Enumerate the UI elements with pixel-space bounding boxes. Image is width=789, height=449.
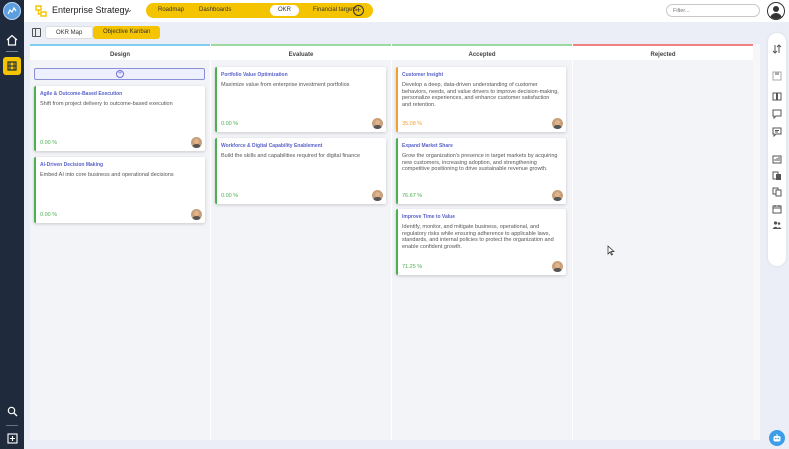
objective-card[interactable]: Workforce & Digital Capability Enablemen…: [215, 138, 386, 204]
card-progress: 71.25 %: [402, 264, 423, 270]
user-avatar-icon[interactable]: [767, 2, 785, 20]
save-icon[interactable]: [772, 71, 782, 81]
owner-avatar[interactable]: [372, 118, 383, 129]
owner-avatar[interactable]: [552, 118, 563, 129]
card-title[interactable]: AI-Driven Decision Making: [40, 162, 201, 168]
card-description: Maximize value from enterprise investmen…: [221, 82, 350, 88]
objective-card[interactable]: AI-Driven Decision Making Embed AI into …: [34, 157, 205, 223]
docs-icon[interactable]: [772, 171, 782, 181]
board-scrollbar[interactable]: [753, 44, 760, 440]
card-description: Identify, monitor, and mitigate business…: [402, 224, 554, 250]
column-header-design: Design: [30, 44, 210, 60]
report-icon[interactable]: [772, 154, 782, 164]
search-icon[interactable]: [4, 403, 20, 419]
card-title[interactable]: Improve Time to Value: [402, 214, 562, 220]
column-title: Evaluate: [288, 52, 314, 58]
owner-avatar[interactable]: [552, 261, 563, 272]
card-progress: 0.00 %: [40, 140, 58, 146]
objective-card[interactable]: Agile & Outcome-Based Execution Shift fr…: [34, 86, 205, 151]
card-progress: 0.00 %: [221, 121, 239, 127]
filter-input[interactable]: [666, 4, 760, 17]
column-header-evaluate: Evaluate: [211, 44, 391, 60]
owner-avatar[interactable]: [552, 190, 563, 201]
column-rejected: [573, 60, 753, 440]
objective-card[interactable]: Expand Market Share Grow the organizatio…: [396, 138, 566, 204]
chevron-down-icon[interactable]: ⌄: [126, 5, 133, 14]
card-title[interactable]: Agile & Outcome-Based Execution: [40, 91, 201, 97]
kanban-icon[interactable]: [3, 57, 21, 75]
tab-objective-kanban[interactable]: Objective Kanban: [93, 26, 161, 39]
comment-icon[interactable]: [772, 109, 782, 119]
main-nav: Roadmap Dashboards OKR Financial targets…: [146, 3, 373, 18]
card-progress: 76.67 %: [402, 193, 423, 199]
app-logo-icon[interactable]: [3, 2, 21, 20]
objective-card[interactable]: Improve Time to Value Identify, monitor,…: [396, 209, 566, 275]
tab-okr-map[interactable]: OKR Map: [45, 26, 94, 39]
objective-card[interactable]: Customer Insight Develop a deep, data-dr…: [396, 67, 566, 132]
expand-icon[interactable]: [4, 430, 20, 446]
tab-dashboards[interactable]: Dashboards: [191, 5, 239, 16]
team-icon[interactable]: [772, 220, 782, 230]
strategy-app-icon: [34, 4, 48, 18]
card-progress: 35.08 %: [402, 121, 423, 127]
card-title[interactable]: Portfolio Value Optimization: [221, 72, 382, 78]
card-description: Build the skills and capabilities requir…: [221, 153, 361, 159]
mouse-cursor-icon: [607, 245, 615, 258]
card-description: Grow the organization's presence in targ…: [402, 153, 558, 172]
owner-avatar[interactable]: [372, 190, 383, 201]
rail-divider: [6, 425, 18, 426]
left-rail: [0, 0, 24, 449]
right-tool-rail: [768, 33, 786, 266]
toggle-panel-icon[interactable]: [32, 28, 41, 37]
column-title: Rejected: [650, 52, 676, 58]
sort-icon[interactable]: [772, 44, 782, 54]
owner-avatar[interactable]: [191, 209, 202, 220]
home-icon[interactable]: [4, 32, 20, 48]
objective-card[interactable]: Portfolio Value Optimization Maximize va…: [215, 67, 386, 132]
card-description: Embed AI into core business and operatio…: [40, 172, 174, 178]
card-progress: 0.00 %: [40, 212, 58, 218]
kanban-board: Design Evaluate Accepted Rejected + Agil…: [30, 44, 753, 440]
book-icon[interactable]: [772, 91, 782, 101]
add-card-button[interactable]: +: [34, 68, 205, 80]
rail-divider: [6, 51, 18, 52]
assistant-bot-icon[interactable]: [769, 430, 785, 446]
card-progress: 0.00 %: [221, 193, 239, 199]
column-title: Design: [109, 52, 130, 58]
copy-icon[interactable]: [772, 187, 782, 197]
column-header-accepted: Accepted: [392, 44, 572, 60]
add-icon: +: [116, 70, 124, 78]
card-description: Develop a deep, data-driven understandin…: [402, 82, 559, 108]
card-title[interactable]: Workforce & Digital Capability Enablemen…: [221, 143, 382, 149]
card-title[interactable]: Customer Insight: [402, 72, 562, 78]
calendar-icon[interactable]: [772, 204, 782, 214]
column-header-rejected: Rejected: [573, 44, 753, 60]
owner-avatar[interactable]: [191, 137, 202, 148]
card-description: Shift from project delivery to outcome-b…: [40, 101, 173, 107]
chat-icon[interactable]: [772, 127, 782, 137]
card-title[interactable]: Expand Market Share: [402, 143, 562, 149]
app-title: Enterprise Strategy: [52, 5, 130, 15]
add-tab-icon[interactable]: +: [353, 5, 364, 16]
tab-roadmap[interactable]: Roadmap: [150, 5, 192, 16]
column-title: Accepted: [468, 52, 496, 58]
top-header: Enterprise Strategy ⌄ Roadmap Dashboards…: [24, 0, 789, 22]
